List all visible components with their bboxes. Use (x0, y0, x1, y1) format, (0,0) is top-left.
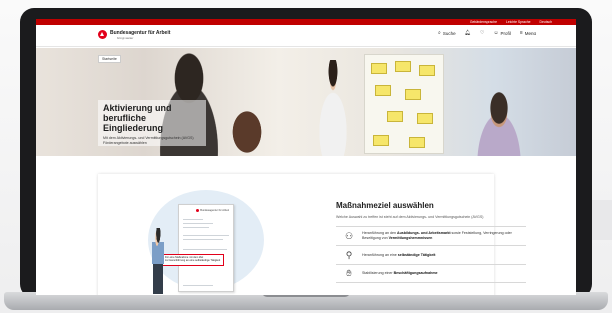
option-labor-market[interactable]: ⚇ Heranführung an den Ausbildungs- und A… (336, 226, 526, 245)
ba-logo-icon[interactable] (98, 30, 107, 39)
browser-screen: Gebärdensprache Leichte Sprache Deutsch … (36, 19, 576, 295)
doc-logo-icon (196, 209, 200, 212)
search-icon: ⌕ (438, 30, 441, 36)
content-card: Bundesagentur für Arbeit Für eine Maßnah… (98, 174, 526, 295)
heart-icon: ♡ (479, 30, 485, 36)
option-text: Stabilisierung einer Beschäftigungsaufna… (362, 271, 522, 276)
logo-tagline: bringt weiter (117, 36, 134, 40)
illustration-man (144, 228, 170, 295)
hero-person-right (466, 88, 532, 156)
breadcrumb-home[interactable]: Startseite (98, 55, 121, 63)
profile-label: Profil (500, 31, 511, 36)
handshake-icon: ✋︎ (346, 268, 352, 278)
hero-flipchart (364, 54, 444, 154)
favorites-button[interactable]: ♡ (480, 31, 484, 36)
voucher-document: Bundesagentur für Arbeit (178, 204, 234, 292)
menu-button[interactable]: ≡ Menü (519, 30, 536, 37)
notifications-button[interactable]: 🔔︎ (465, 31, 471, 36)
search-button[interactable]: ⌕ Suche (438, 30, 456, 37)
search-label: Suche (442, 31, 456, 36)
option-text-pre: Heranführung an den (362, 231, 397, 236)
people-icon: ⚇ (344, 230, 354, 241)
goal-options-list: ⚇ Heranführung an den Ausbildungs- und A… (336, 226, 526, 283)
language-select[interactable]: Deutsch (540, 20, 552, 24)
doc-line (183, 223, 213, 224)
option-stabilization[interactable]: ✋︎ Stabilisierung einer Beschäftigungsau… (336, 264, 526, 283)
doc-line (183, 235, 229, 236)
doc-logo-text: Bundesagentur für Arbeit (200, 209, 229, 213)
option-text-pre: Heranführung an eine (362, 252, 398, 257)
option-text-bold: Beschäftigungsaufnahme (393, 271, 438, 276)
panel-title: Maßnahmeziel auswählen (336, 201, 434, 210)
profile-button[interactable]: ☺ Profil (493, 30, 511, 37)
avgs-illustration: Bundesagentur für Arbeit Für eine Maßnah… (138, 190, 264, 295)
site-header: Bundesagentur für Arbeit bringt weiter ⌕… (36, 25, 576, 47)
option-self-employment[interactable]: ⚲ Heranführung an eine selbständige Täti… (336, 245, 526, 264)
sign-language-link[interactable]: Gebärdensprache (470, 20, 497, 24)
bell-icon: 🔔︎ (464, 30, 471, 36)
doc-line (183, 249, 227, 250)
person-arrow-icon: ⚲ (345, 249, 353, 260)
doc-line (183, 239, 223, 240)
option-text-bold: Ausbildungs- und Arbeitsmarkt (396, 231, 451, 236)
option-text-pre: Stabilisierung einer (362, 271, 394, 276)
option-text: Heranführung an den Ausbildungs- und Arb… (362, 231, 522, 240)
hero-banner: Startseite Aktivierung und berufliche Ei… (36, 48, 576, 156)
doc-line (183, 227, 209, 228)
option-text-bold-2: Vermittlungshemmnissen (388, 236, 433, 240)
hero-person-middle (222, 108, 272, 156)
hero-text-box: Aktivierung und berufliche Eingliederung… (98, 100, 206, 146)
stage: Gebärdensprache Leichte Sprache Deutsch … (0, 0, 612, 313)
page-subtitle: Mit dem Aktivierungs- und Vermittlungsgu… (103, 136, 194, 145)
page-title: Aktivierung und berufliche Eingliederung (103, 103, 172, 133)
user-icon: ☺ (493, 30, 499, 36)
option-text: Heranführung an eine selbständige Tätigk… (362, 253, 522, 258)
doc-logo: Bundesagentur für Arbeit (196, 209, 229, 212)
panel-subtitle: Welche Auswahl zu treffen ist steht auf … (336, 215, 484, 219)
callout-line-2: zur Heranführung an eine selbständige Tä… (165, 259, 221, 263)
menu-icon: ≡ (519, 30, 523, 36)
option-text-bold: selbständige Tätigkeit (397, 252, 436, 257)
doc-callout: Für eine Maßnahme mit dem Ziel zur Heran… (162, 254, 224, 266)
doc-line (183, 219, 203, 220)
doc-line (183, 285, 213, 286)
header-nav: ⌕ Suche 🔔︎ ♡ ☺ Profil ≡ Menü (438, 30, 536, 37)
hero-presenter (308, 60, 358, 156)
easy-language-link[interactable]: Leichte Sprache (506, 20, 531, 24)
menu-label: Menü (524, 31, 536, 36)
